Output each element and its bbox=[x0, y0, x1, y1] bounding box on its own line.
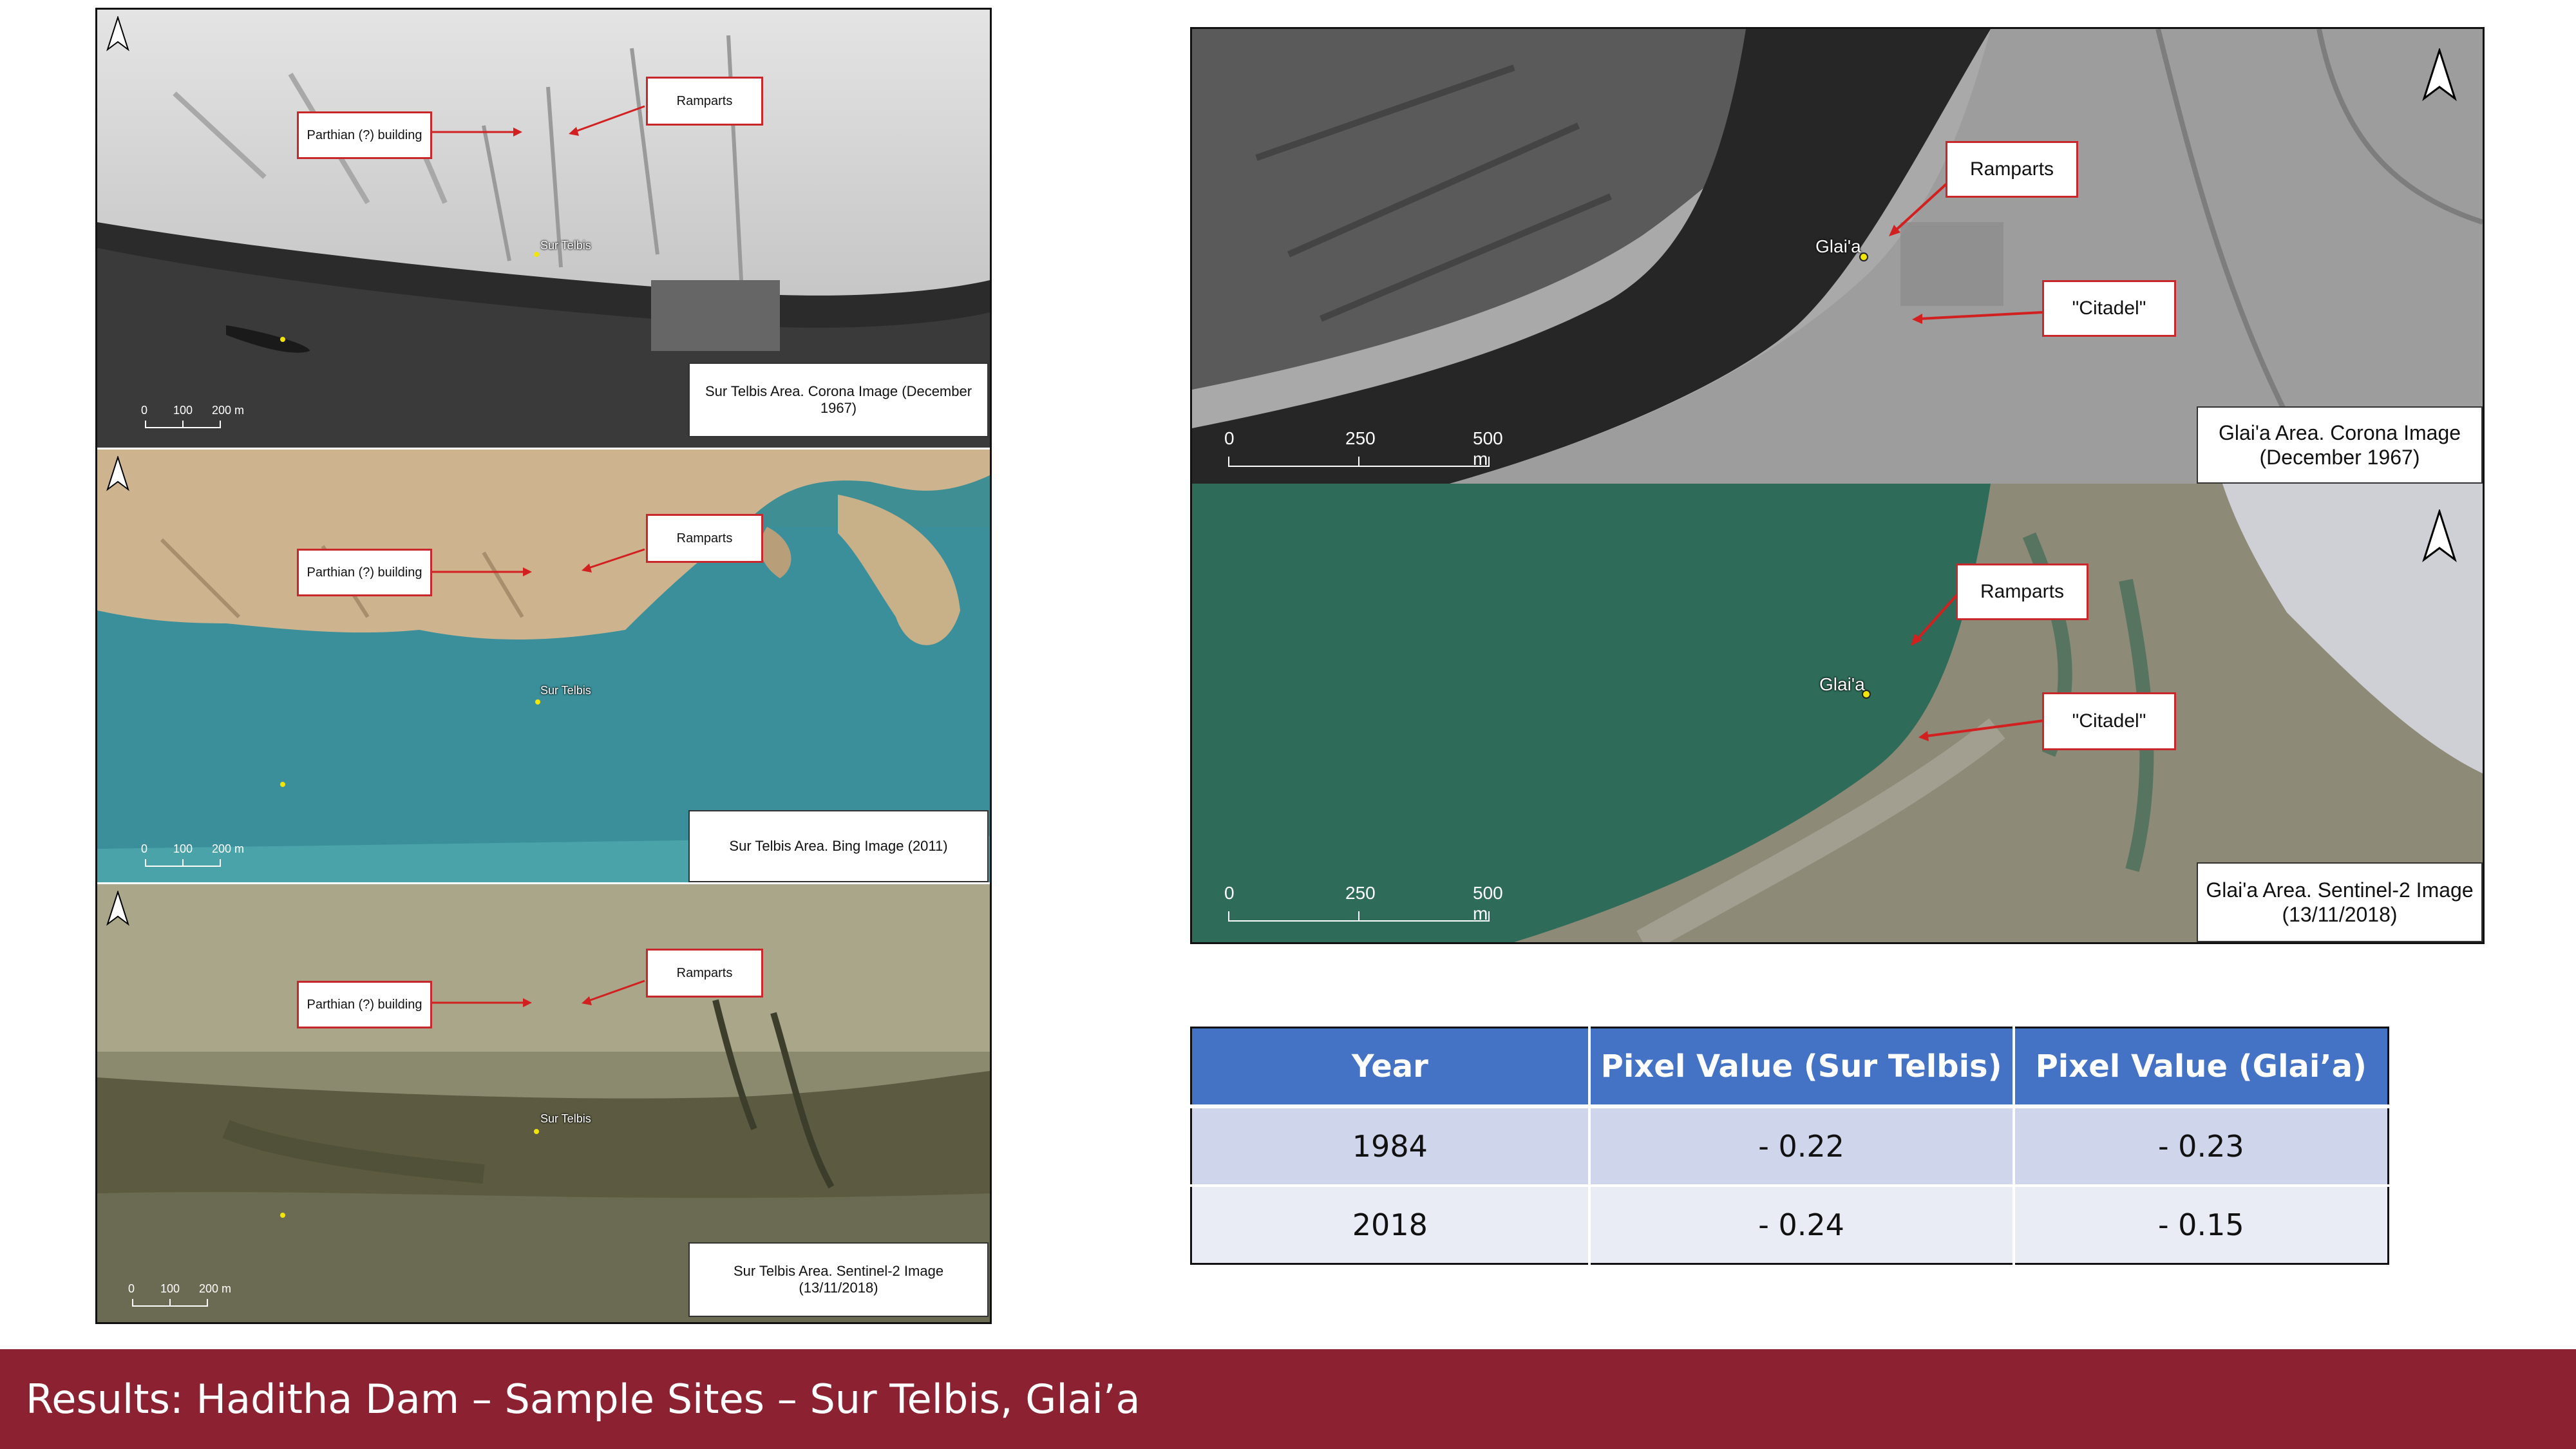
slide-title: Results: Haditha Dam – Sample Sites – Su… bbox=[26, 1376, 1141, 1423]
ramparts-callout: Ramparts bbox=[1946, 141, 2078, 198]
table-row: 2018 - 0.24 - 0.15 bbox=[1191, 1184, 2389, 1264]
sur-telbis-corona-panel: Parthian (?) building Ramparts Sur Telbi… bbox=[97, 10, 990, 448]
table-header-row: Year Pixel Value (Sur Telbis) Pixel Valu… bbox=[1191, 1027, 2389, 1108]
ramparts-callout: Ramparts bbox=[646, 77, 763, 126]
image-caption: Glai'a Area. Corona Image (December 1967… bbox=[2197, 406, 2483, 484]
cell-glaia: - 0.23 bbox=[2013, 1105, 2389, 1186]
glaia-sentinel-panel: Ramparts "Citadel" Glai'a 0 250 500 m Gl… bbox=[1192, 484, 2483, 942]
image-caption: Sur Telbis Area. Sentinel-2 Image (13/11… bbox=[688, 1242, 989, 1317]
north-arrow-icon bbox=[2422, 508, 2457, 564]
cell-sur-telbis: - 0.24 bbox=[1589, 1184, 2015, 1264]
scale-bar: 0 100 200 m bbox=[141, 842, 270, 875]
site-marker bbox=[535, 699, 540, 705]
cell-sur-telbis: - 0.22 bbox=[1589, 1105, 2015, 1186]
ramparts-callout: Ramparts bbox=[646, 949, 763, 998]
cell-year: 1984 bbox=[1191, 1105, 1591, 1186]
scale-bar: 0 250 500 m bbox=[1224, 883, 1503, 923]
sur-telbis-bing-panel: Parthian (?) building Ramparts Sur Telbi… bbox=[97, 450, 990, 882]
cell-year: 2018 bbox=[1191, 1184, 1591, 1264]
glaia-image-column: Ramparts "Citadel" Glai'a 0 250 500 m Gl… bbox=[1190, 27, 2485, 944]
header-glaia: Pixel Value (Glai’a) bbox=[2013, 1027, 2389, 1108]
site-label: Glai'a bbox=[1815, 236, 1861, 256]
site-label: Sur Telbis bbox=[540, 684, 591, 697]
ramparts-callout: Ramparts bbox=[646, 514, 763, 563]
parthian-building-callout: Parthian (?) building bbox=[297, 981, 432, 1028]
glaia-corona-panel: Ramparts "Citadel" Glai'a 0 250 500 m Gl… bbox=[1192, 29, 2483, 484]
citadel-callout: "Citadel" bbox=[2042, 692, 2176, 750]
site-marker bbox=[280, 782, 285, 787]
site-marker bbox=[280, 1213, 285, 1218]
site-label: Glai'a bbox=[1819, 674, 1865, 694]
ramparts-callout: Ramparts bbox=[1956, 564, 2088, 620]
header-year: Year bbox=[1191, 1027, 1591, 1108]
north-arrow-icon bbox=[106, 455, 129, 492]
site-label: Sur Telbis bbox=[540, 1112, 591, 1125]
scale-bar: 0 100 200 m bbox=[128, 1282, 257, 1314]
scale-bar: 0 250 500 m bbox=[1224, 428, 1503, 469]
north-arrow-icon bbox=[106, 15, 129, 52]
site-marker bbox=[534, 252, 539, 257]
site-marker bbox=[280, 337, 285, 342]
header-sur-telbis: Pixel Value (Sur Telbis) bbox=[1589, 1027, 2015, 1108]
table-row: 1984 - 0.22 - 0.23 bbox=[1191, 1105, 2389, 1186]
north-arrow-icon bbox=[106, 889, 129, 927]
citadel-callout: "Citadel" bbox=[2042, 280, 2176, 337]
sur-telbis-sentinel-panel: Parthian (?) building Ramparts Sur Telbi… bbox=[97, 884, 990, 1322]
sur-telbis-image-column: Parthian (?) building Ramparts Sur Telbi… bbox=[95, 8, 992, 1324]
image-caption: Sur Telbis Area. Bing Image (2011) bbox=[688, 810, 989, 882]
site-label: Sur Telbis bbox=[540, 239, 591, 252]
cell-glaia: - 0.15 bbox=[2013, 1184, 2389, 1264]
parthian-building-callout: Parthian (?) building bbox=[297, 549, 432, 596]
parthian-building-callout: Parthian (?) building bbox=[297, 111, 432, 159]
slide-title-footer: Results: Haditha Dam – Sample Sites – Su… bbox=[0, 1349, 2576, 1449]
image-caption: Sur Telbis Area. Corona Image (December … bbox=[688, 363, 989, 437]
scale-bar: 0 100 200 m bbox=[141, 404, 270, 436]
site-marker bbox=[534, 1129, 539, 1134]
north-arrow-icon bbox=[2422, 47, 2457, 102]
pixel-value-table: Year Pixel Value (Sur Telbis) Pixel Valu… bbox=[1190, 1027, 2389, 1265]
image-caption: Glai'a Area. Sentinel-2 Image (13/11/201… bbox=[2197, 862, 2483, 942]
